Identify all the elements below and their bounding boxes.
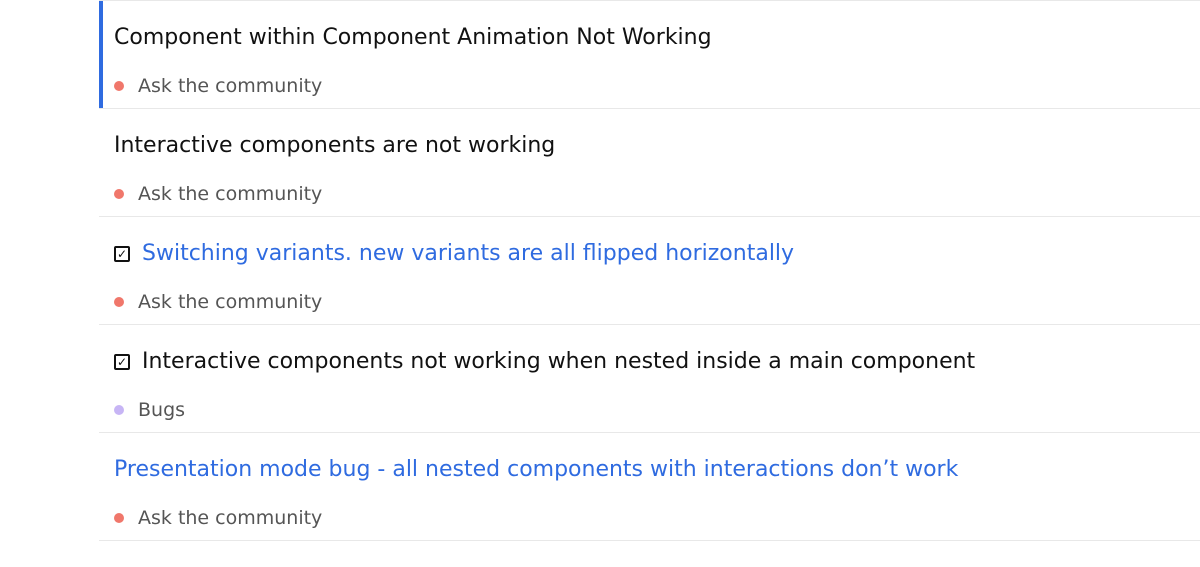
category-dot-icon <box>114 81 124 91</box>
category-dot-icon <box>114 513 124 523</box>
topic-category[interactable]: Ask the community <box>114 73 322 99</box>
topic-title[interactable]: Presentation mode bug - all nested compo… <box>114 454 958 486</box>
topic-title-row: ✓ Switching variants. new variants are a… <box>114 238 794 270</box>
category-label[interactable]: Bugs <box>138 397 185 423</box>
checkbox-checked-icon: ✓ <box>114 354 130 370</box>
topic-row-2[interactable]: Interactive components are not working A… <box>99 109 1200 217</box>
topic-title-row: Component within Component Animation Not… <box>114 22 712 54</box>
topic-title-row: Presentation mode bug - all nested compo… <box>114 454 958 486</box>
topic-row-1[interactable]: Component within Component Animation Not… <box>99 1 1200 109</box>
topic-title-row: ✓ Interactive components not working whe… <box>114 346 975 378</box>
topic-title[interactable]: Interactive components not working when … <box>142 346 975 378</box>
topic-title[interactable]: Interactive components are not working <box>114 130 555 162</box>
category-label[interactable]: Ask the community <box>138 73 322 99</box>
category-dot-icon <box>114 297 124 307</box>
topic-row-5[interactable]: Presentation mode bug - all nested compo… <box>99 433 1200 541</box>
category-label[interactable]: Ask the community <box>138 289 322 315</box>
topic-list: Component within Component Animation Not… <box>99 0 1200 541</box>
topic-title[interactable]: Switching variants. new variants are all… <box>142 238 794 270</box>
topic-category[interactable]: Ask the community <box>114 505 322 531</box>
topic-row-4[interactable]: ✓ Interactive components not working whe… <box>99 325 1200 433</box>
category-dot-icon <box>114 405 124 415</box>
checkbox-checked-icon: ✓ <box>114 246 130 262</box>
topic-category[interactable]: Bugs <box>114 397 185 423</box>
category-label[interactable]: Ask the community <box>138 505 322 531</box>
topic-row-3[interactable]: ✓ Switching variants. new variants are a… <box>99 217 1200 325</box>
category-dot-icon <box>114 189 124 199</box>
topic-title[interactable]: Component within Component Animation Not… <box>114 22 712 54</box>
topic-category[interactable]: Ask the community <box>114 181 322 207</box>
topic-title-row: Interactive components are not working <box>114 130 555 162</box>
category-label[interactable]: Ask the community <box>138 181 322 207</box>
topic-category[interactable]: Ask the community <box>114 289 322 315</box>
